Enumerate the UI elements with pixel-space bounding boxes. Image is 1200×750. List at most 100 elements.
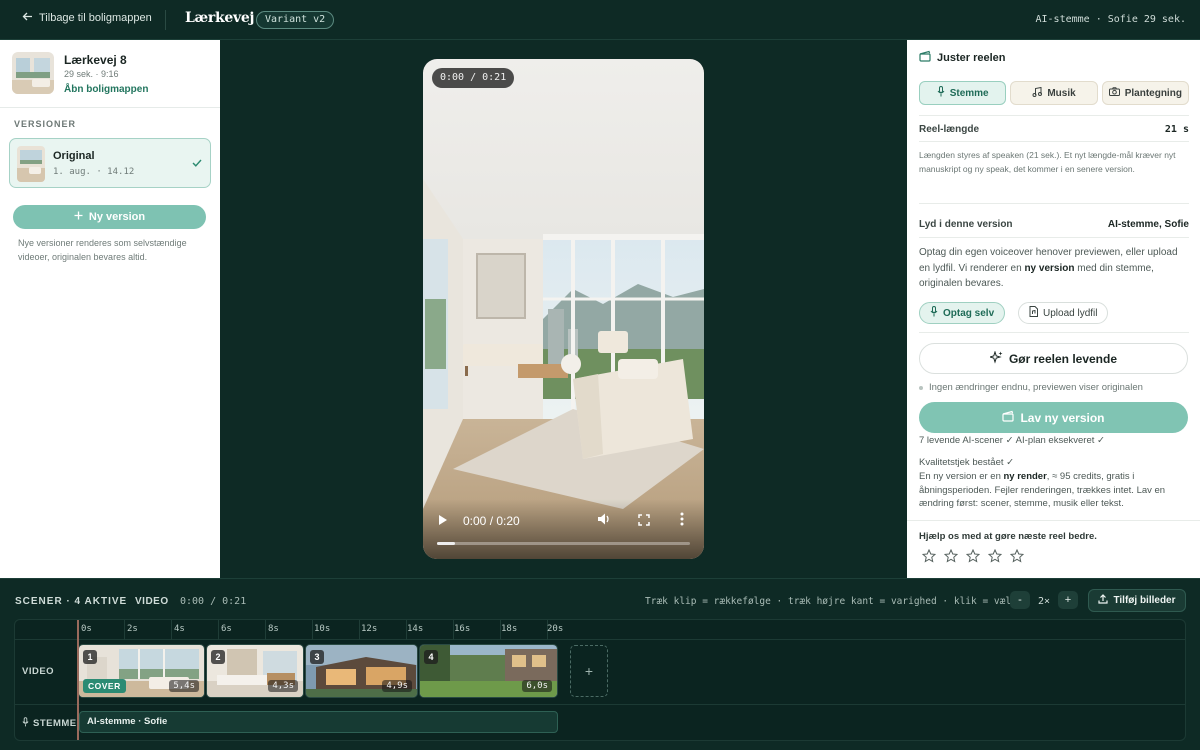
star-icon[interactable] xyxy=(1009,548,1025,568)
timeline-time: 0:00 / 0:21 xyxy=(180,596,247,607)
star-icon[interactable] xyxy=(965,548,981,568)
top-bar: Tilbage til boligmappen Lærkevej 8 Varia… xyxy=(0,0,1200,40)
feedback-label: Hjælp os med at gøre næste reel bedre. xyxy=(919,531,1097,542)
star-icon[interactable] xyxy=(921,548,937,568)
divider xyxy=(165,10,166,30)
record-label: Optag selv xyxy=(943,307,995,319)
voice-clip[interactable]: AI-stemme · Sofie xyxy=(79,711,558,733)
mic-icon xyxy=(22,717,29,730)
progress-track[interactable] xyxy=(437,542,690,545)
upload-icon xyxy=(1098,594,1109,607)
render-text: En ny version er en xyxy=(919,471,1004,482)
alive-label: Gør reelen levende xyxy=(1008,351,1118,366)
rating-stars xyxy=(921,548,1025,568)
reel-length-value: 21 s xyxy=(1164,124,1189,135)
plus-icon xyxy=(74,211,83,223)
clip-number: 2 xyxy=(211,650,225,664)
reel-length-row: Reel-længde 21 s xyxy=(919,124,1189,135)
voice-track-label: STEMME xyxy=(33,718,77,729)
version-date: 1. aug. · 14.12 xyxy=(53,167,135,177)
scenes-count: SCENER · 4 AKTIVE xyxy=(15,596,128,607)
divider xyxy=(919,203,1189,204)
scene-clip-1[interactable]: 1 COVER 5,4s xyxy=(78,644,205,698)
timeline-header: SCENER · 4 AKTIVE VIDEO 0:00 / 0:21 Træk… xyxy=(0,578,1200,620)
mic-icon xyxy=(937,86,945,100)
versions-header: VERSIONER xyxy=(14,119,77,129)
star-icon[interactable] xyxy=(987,548,1003,568)
open-folder-link[interactable]: Åbn boligmappen xyxy=(64,84,148,95)
playhead[interactable] xyxy=(77,620,79,740)
volume-icon[interactable] xyxy=(597,512,611,531)
tab-musik[interactable]: Musik xyxy=(1010,81,1098,105)
property-thumbnail xyxy=(12,52,54,94)
music-icon xyxy=(1032,86,1043,100)
make-reel-alive-button[interactable]: Gør reelen levende xyxy=(919,343,1188,374)
new-version-button[interactable]: Ny version xyxy=(13,205,206,229)
variant-badge: Variant v2 xyxy=(256,11,335,29)
clip-number: 4 xyxy=(424,650,438,664)
tick-label: 2s xyxy=(127,624,138,634)
panel-title-label: Juster reelen xyxy=(937,51,1006,64)
video-controls: 0:00 / 0:20 xyxy=(423,499,704,559)
file-audio-icon xyxy=(1029,306,1038,320)
sparkles-icon xyxy=(988,349,1003,367)
panel-title: Juster reelen xyxy=(919,50,1005,65)
reel-length-note: Længden styres af speaken (21 sek.). Et … xyxy=(919,150,1176,174)
record-voiceover-button[interactable]: Optag selv xyxy=(919,302,1006,324)
left-panel: Lærkevej 8 29 sek. · 9:16 Åbn boligmappe… xyxy=(0,40,220,578)
clip-duration: 5,4s xyxy=(169,680,199,692)
make-new-version-button[interactable]: Lav ny version xyxy=(919,402,1188,433)
star-icon[interactable] xyxy=(943,548,959,568)
mic-icon xyxy=(930,306,938,320)
adjust-tabs: Stemme Musik Plantegning xyxy=(919,81,1189,105)
arrow-left-icon xyxy=(22,12,33,24)
add-scene-button[interactable]: + xyxy=(570,645,608,697)
video-preview[interactable]: 0:00 / 0:21 0:00 / 0:20 xyxy=(423,59,704,559)
scene-clip-4[interactable]: 4 6,0s xyxy=(419,644,558,698)
tick-label: 4s xyxy=(174,624,185,634)
tick-label: 0s xyxy=(81,624,92,634)
clapperboard-icon xyxy=(919,50,931,65)
divider xyxy=(919,332,1189,333)
scene-clip-3[interactable]: 3 4,9s xyxy=(305,644,418,698)
tab-label: Plantegning xyxy=(1124,87,1182,99)
audio-value: AI-stemme, Sofie xyxy=(1107,219,1189,230)
timeline-video-label: VIDEO xyxy=(135,596,169,607)
zoom-in-button[interactable]: + xyxy=(1058,591,1078,609)
tab-stemme[interactable]: Stemme xyxy=(919,81,1007,105)
tick-label: 20s xyxy=(547,624,564,634)
play-icon[interactable] xyxy=(438,514,448,529)
tick-line xyxy=(312,620,313,640)
zoom-out-button[interactable]: - xyxy=(1010,591,1030,609)
tick-line xyxy=(218,620,219,640)
tick-label: 6s xyxy=(221,624,232,634)
scene-clip-2[interactable]: 2 4,3s xyxy=(206,644,304,698)
quality-line: Kvalitetstjek bestået ✓ xyxy=(919,457,1015,468)
tab-label: Stemme xyxy=(949,87,989,99)
property-name: Lærkevej 8 xyxy=(64,53,127,67)
divider xyxy=(919,141,1189,142)
property-header: Lærkevej 8 29 sek. · 9:16 Åbn boligmappe… xyxy=(0,40,220,108)
right-panel: Juster reelen Stemme Musik Plantegning R… xyxy=(907,40,1200,578)
tick-line xyxy=(171,620,172,640)
no-changes-status: Ingen ændringer endnu, previewen viser o… xyxy=(919,382,1143,393)
check-icon xyxy=(192,156,202,170)
clip-number: 3 xyxy=(310,650,324,664)
reel-length-label: Reel-længde xyxy=(919,124,980,135)
tab-plantegning[interactable]: Plantegning xyxy=(1101,81,1189,105)
clip-duration: 4,3s xyxy=(268,680,298,692)
fullscreen-icon[interactable] xyxy=(638,513,650,531)
clip-number: 1 xyxy=(83,650,97,664)
version-card-original[interactable]: Original 1. aug. · 14.12 xyxy=(9,138,211,188)
no-changes-text: Ingen ændringer endnu, previewen viser o… xyxy=(929,382,1143,393)
audio-row: Lyd i denne version AI-stemme, Sofie xyxy=(919,219,1189,230)
tick-line xyxy=(359,620,360,640)
tick-label: 8s xyxy=(268,624,279,634)
time-ruler: 0s 2s 4s 6s 8s 10s 12s 14s 16s 18s 20s xyxy=(15,620,1185,640)
tab-label: Musik xyxy=(1047,87,1076,99)
back-button[interactable]: Tilbage til boligmappen xyxy=(22,12,152,24)
upload-audio-button[interactable]: Upload lydfil xyxy=(1018,302,1109,324)
more-options-icon[interactable] xyxy=(680,512,684,529)
add-images-button[interactable]: Tilføj billeder xyxy=(1088,589,1186,612)
clip-duration: 4,9s xyxy=(382,680,412,692)
